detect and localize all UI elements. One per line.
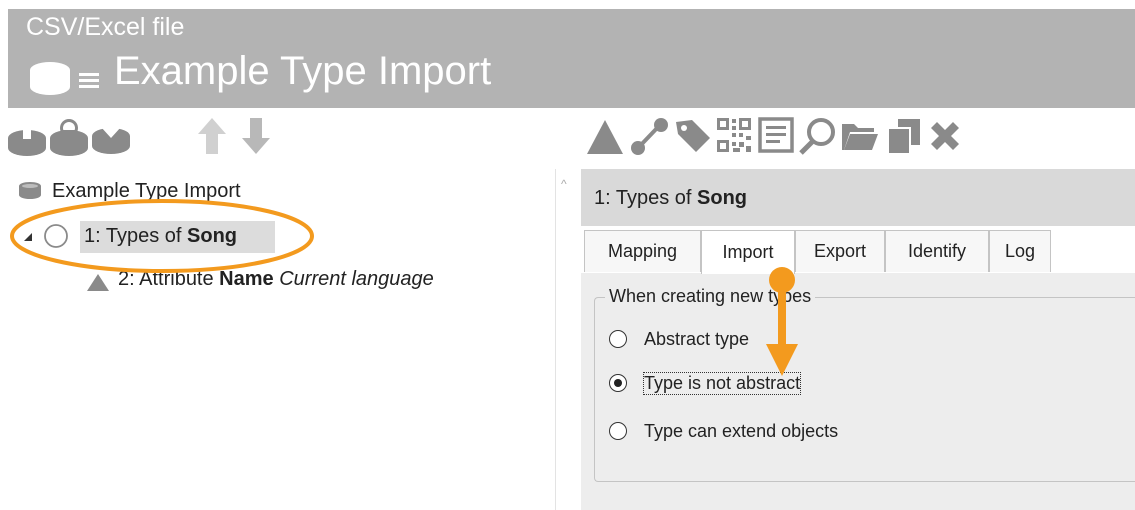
radio-type-extend-objects[interactable] [609,422,627,440]
relation-icon[interactable] [630,116,670,156]
form-icon[interactable] [757,116,795,154]
type-node-circle-icon [44,224,68,248]
tree-item-2-bold: Name [219,268,274,290]
tree-item-root[interactable]: Example Type Import [52,180,241,203]
panel-title: 1: Types of Song [594,187,747,210]
upload-icon[interactable] [6,116,48,158]
tree-item-2-prefix: 2: Attribute [118,268,220,290]
database-icon [30,62,70,95]
move-down-icon[interactable] [240,116,272,156]
refresh-icon[interactable] [48,116,90,158]
qr-code-icon[interactable] [715,116,753,154]
delete-icon[interactable] [927,118,963,154]
radio-type-not-abstract[interactable] [609,374,627,392]
window-title: Example Type Import [114,49,492,93]
window-header: CSV/Excel file Example Type Import [8,9,1135,108]
attribute-triangle-icon [87,274,109,291]
radio-abstract-type[interactable] [609,330,627,348]
radio-type-extend-objects-label[interactable]: Type can extend objects [644,421,838,442]
panel-title-bold: Song [697,187,748,209]
tree-item-1-bold: Song [187,225,238,247]
scroll-up-icon[interactable]: ^ [561,177,567,191]
move-up-icon[interactable] [196,116,228,156]
tree-item-1-prefix: 1: Types of [84,225,188,247]
triangle-icon[interactable] [585,118,625,156]
tab-export[interactable]: Export [795,230,885,272]
tree-item-attribute-name[interactable]: 2: Attribute Name Current language [118,268,434,291]
tree-root-database-icon [19,182,41,199]
search-icon[interactable] [798,116,838,156]
radio-abstract-type-label[interactable]: Abstract type [644,329,749,350]
tab-mapping[interactable]: Mapping [584,230,701,272]
copy-icon[interactable] [884,116,924,156]
download-icon[interactable] [90,114,132,156]
window-subtitle: CSV/Excel file [26,13,185,41]
radio-selected-dot [613,378,622,387]
tab-log[interactable]: Log [989,230,1051,272]
tab-identify[interactable]: Identify [885,230,989,272]
group-label: When creating new types [605,286,816,307]
menu-icon[interactable] [79,72,101,88]
panel-divider[interactable] [555,169,556,510]
radio-type-not-abstract-label[interactable]: Type is not abstract [642,372,802,395]
expand-triangle-icon[interactable] [22,231,34,243]
tag-icon[interactable] [672,116,712,156]
tree-item-2-italic: Current language [279,268,434,290]
panel-title-prefix: 1: Types of [594,187,698,209]
tab-import[interactable]: Import [701,230,795,274]
folder-icon[interactable] [840,116,880,154]
tree-item-types-of-song[interactable]: 1: Types of Song [84,225,237,248]
